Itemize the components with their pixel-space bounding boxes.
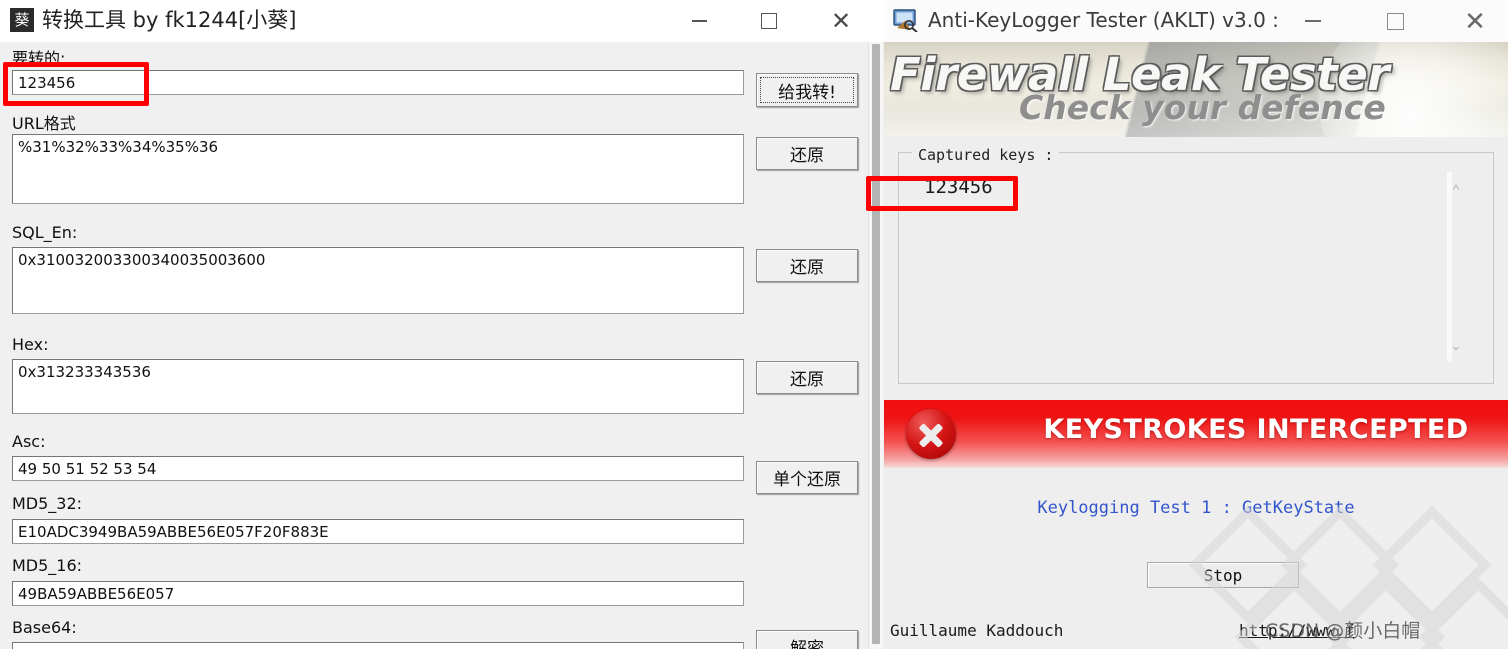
- aklt-window-title: Anti-KeyLogger Tester (AKLT) v3.0 :: [928, 8, 1279, 32]
- stop-button[interactable]: Stop: [1147, 562, 1299, 588]
- minimize-icon: [1305, 20, 1321, 22]
- aklt-minimize-button[interactable]: [1282, 0, 1344, 42]
- convert-button-inner: 给我转!: [760, 77, 854, 103]
- md5-16-field[interactable]: 49BA59ABBE56E057: [12, 581, 744, 606]
- captured-keys-label: Captured keys :: [912, 146, 1060, 164]
- restore-single-button[interactable]: 单个还原: [756, 461, 858, 494]
- author-name: Guillaume Kaddouch: [890, 621, 1064, 640]
- banner-subtitle: Check your defence: [1019, 88, 1386, 127]
- base64-label: Base64:: [12, 618, 77, 637]
- maximize-icon: [1386, 12, 1404, 30]
- md5-32-field[interactable]: E10ADC3949BA59ABBE56E057F20F883E: [12, 519, 744, 544]
- chevron-up-icon[interactable]: ^: [1450, 183, 1462, 196]
- url-format-field[interactable]: %31%32%33%34%35%36: [12, 134, 744, 204]
- maximize-icon: [761, 13, 777, 29]
- maximize-button[interactable]: [740, 0, 798, 42]
- minimize-icon: [691, 20, 707, 22]
- sql-en-label: SQL_En:: [12, 223, 78, 242]
- aklt-window: Anti-KeyLogger Tester (AKLT) v3.0 : ✕ Fi…: [884, 0, 1508, 649]
- restore-sql-button[interactable]: 还原: [756, 249, 858, 282]
- aklt-maximize-button[interactable]: [1364, 0, 1426, 42]
- screenshot-root: 葵 转换工具 by fk1244[小葵] ✕ 要转的: 123456 给我转! …: [0, 0, 1508, 649]
- watermark-diamond: [1418, 577, 1508, 649]
- converter-titlebar: 葵 转换工具 by fk1244[小葵] ✕: [0, 0, 884, 42]
- converter-scrollbar-thumb[interactable]: [872, 44, 880, 644]
- watermark-text: CSDN @颜小白帽: [1265, 620, 1421, 642]
- converter-scrollbar[interactable]: [868, 42, 883, 649]
- chevron-down-icon[interactable]: ⌄: [1450, 339, 1462, 352]
- close-icon: ✕: [830, 7, 852, 35]
- alert-text: KEYSTROKES INTERCEPTED: [1043, 414, 1469, 445]
- test-status-text: Keylogging Test 1 : GetKeyState: [1037, 498, 1355, 518]
- asc-field[interactable]: 49 50 51 52 53 54: [12, 456, 744, 481]
- md5-32-label: MD5_32:: [12, 494, 83, 513]
- watermark-diamond: [1372, 505, 1492, 625]
- aklt-titlebar: Anti-KeyLogger Tester (AKLT) v3.0 : ✕: [884, 0, 1508, 42]
- decrypt-button[interactable]: 解密: [756, 630, 858, 649]
- flt-banner: Firewall Leak Tester Check your defence: [884, 42, 1508, 137]
- error-circle-x-icon: [906, 409, 956, 459]
- base64-field[interactable]: [12, 642, 744, 649]
- aklt-close-button[interactable]: ✕: [1444, 0, 1506, 42]
- url-format-label: URL格式: [12, 114, 76, 133]
- restore-url-button[interactable]: 还原: [756, 137, 858, 170]
- scrollbar-track: [1447, 172, 1452, 362]
- hex-label: Hex:: [12, 335, 49, 354]
- restore-hex-button[interactable]: 还原: [756, 361, 858, 394]
- convert-button[interactable]: 给我转!: [756, 73, 858, 107]
- captured-keys-scrollbar[interactable]: ^ ⌄: [1446, 172, 1464, 362]
- converter-body: 要转的: 123456 给我转! URL格式 %31%32%33%34%35%3…: [0, 42, 884, 649]
- minimize-button[interactable]: [670, 0, 728, 42]
- asc-label: Asc:: [12, 432, 46, 451]
- close-button[interactable]: ✕: [812, 0, 870, 42]
- sql-en-field[interactable]: 0x310032003300340035003600: [12, 247, 744, 314]
- keystrokes-alert-banner: KEYSTROKES INTERCEPTED: [884, 400, 1508, 468]
- close-icon: ✕: [1464, 5, 1486, 36]
- converter-window-title: 转换工具 by fk1244[小葵]: [42, 8, 297, 32]
- aklt-app-icon-glyph: [893, 9, 918, 33]
- app-icon: 葵: [10, 8, 34, 32]
- md5-16-label: MD5_16:: [12, 556, 83, 575]
- captured-keys-highlight: [866, 176, 1018, 211]
- hex-field[interactable]: 0x313233343536: [12, 359, 744, 414]
- aklt-app-icon: [892, 8, 918, 33]
- input-field-highlight: [3, 62, 149, 106]
